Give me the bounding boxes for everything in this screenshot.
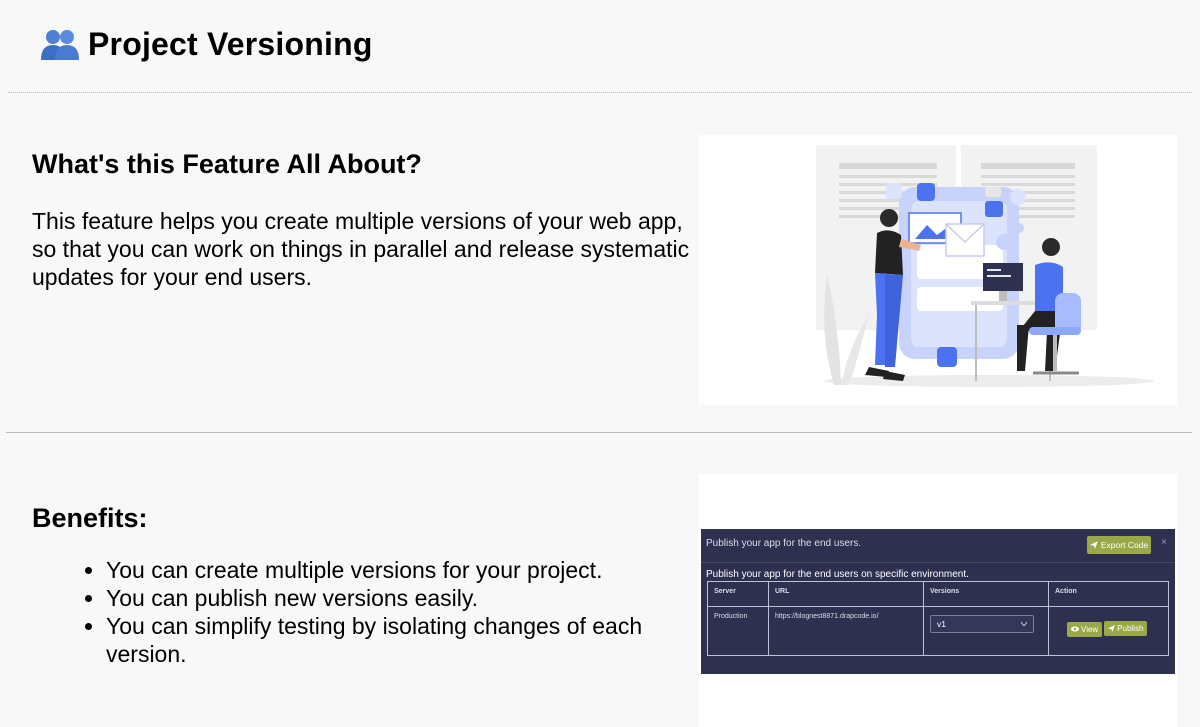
close-icon[interactable]: × [1161,537,1167,548]
publish-dialog: Publish your app for the end users. Expo… [701,529,1175,674]
eye-icon [1071,626,1079,632]
column-header: Versions [923,581,1049,607]
feature-illustration [699,135,1177,405]
view-button[interactable]: View [1067,621,1103,637]
benefit-item: You can create multiple versions for you… [106,556,696,584]
table-row: Production https://blognest8871.drapcode… [707,606,1169,656]
publish-label: Publish [1117,624,1144,633]
feature-heading: What's this Feature All About? [32,149,422,179]
feature-description: This feature helps you create multiple v… [32,208,690,290]
benefit-item: You can simplify testing by isolating ch… [106,612,696,668]
benefit-item: You can publish new versions easily. [106,584,696,612]
dialog-subtitle: Publish your app for the end users on sp… [706,569,969,580]
version-value: v1 [937,619,946,629]
page-title: Project Versioning [88,25,373,62]
export-code-label: Export Code [1100,540,1149,550]
server-cell: Production [707,606,769,656]
dialog-divider [701,562,1175,563]
users-icon [41,30,79,60]
section-divider [6,432,1192,433]
version-select[interactable]: v1 [930,615,1034,633]
column-header: Action [1048,581,1169,607]
benefits-list: You can create multiple versions for you… [70,556,696,668]
servers-table: Server URL Versions Action Production ht… [707,581,1169,656]
page-header: Project Versioning [40,22,373,66]
dialog-title: Publish your app for the end users. [706,538,862,549]
chevron-down-icon [1021,622,1027,626]
action-cell: View Publish [1048,606,1169,656]
column-header: Server [707,581,769,607]
publish-button[interactable]: Publish [1104,621,1148,636]
send-icon [1108,625,1116,632]
column-header: URL [768,581,924,607]
view-label: View [1081,624,1099,634]
table-header-row: Server URL Versions Action [707,581,1169,607]
send-icon [1089,541,1098,549]
header-divider [8,92,1192,93]
publish-dialog-screenshot: Publish your app for the end users. Expo… [699,474,1177,727]
benefits-heading: Benefits: [32,503,148,533]
url-cell: https://blognest8871.drapcode.io/ [768,606,924,656]
version-cell: v1 [923,606,1049,656]
export-code-button[interactable]: Export Code [1087,536,1151,554]
people-working-illustration [816,145,1154,387]
